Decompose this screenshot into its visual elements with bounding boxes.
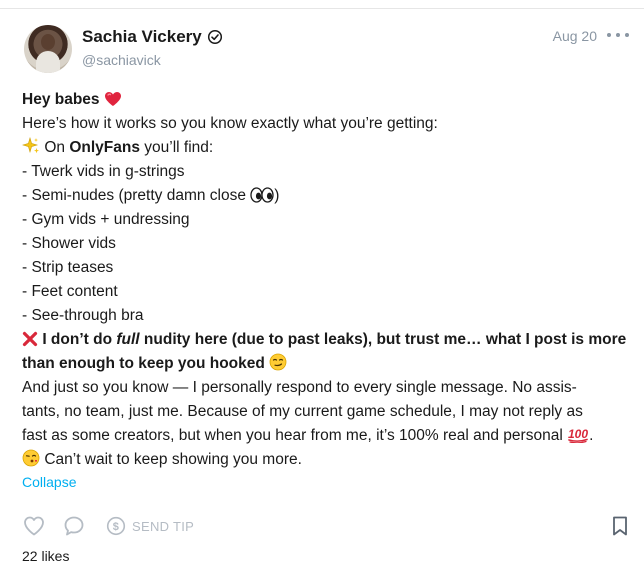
sparkles-icon (22, 137, 39, 154)
post-text: Hey babes Here’s how it works so you kno… (22, 88, 626, 472)
smirk-icon (269, 353, 287, 371)
on-prefix: On (44, 139, 65, 156)
disclaimer-c: than enough to keep you hooked (22, 355, 265, 372)
avatar[interactable] (24, 25, 72, 73)
collapse-link[interactable]: Collapse (22, 474, 76, 490)
list-item: - See-through bra (22, 307, 144, 324)
disclaimer-line: than enough to keep you hooked (22, 352, 620, 376)
post-header: Sachia Vickery @sachiavick Aug 20 (24, 25, 629, 79)
closing-line: Can’t wait to keep showing you more. (22, 448, 620, 472)
on-suffix: you’ll find: (144, 139, 214, 156)
list-item: - Feet content (22, 283, 118, 300)
disclaimer-line: I don’t do full nudity here (due to past… (22, 328, 626, 352)
bookmark-icon[interactable] (608, 514, 632, 538)
more-options-icon[interactable] (607, 25, 629, 45)
list-item: - Semi-nudes (pretty damn close ) (22, 184, 620, 208)
list-item: - Twerk vids in g-strings (22, 163, 185, 180)
disclaimer-a: I don’t do (42, 331, 113, 348)
send-tip-button[interactable]: $ SEND TIP (106, 514, 194, 538)
platform-name: OnlyFans (69, 139, 140, 156)
paragraph-end: . (589, 427, 594, 444)
likes-count[interactable]: 22 likes (22, 548, 69, 564)
display-name[interactable]: Sachia Vickery (82, 27, 202, 47)
paragraph-text: fast as some creators, but when you hear… (22, 427, 563, 444)
list-item: - Gym vids + undressing (22, 211, 190, 228)
post-actions: $ SEND TIP (22, 512, 632, 540)
comment-icon[interactable] (62, 514, 86, 538)
dollar-icon: $ (106, 516, 126, 536)
svg-text:100: 100 (568, 427, 588, 441)
paragraph-line: And just so you know — I personally resp… (22, 379, 577, 396)
svg-text:$: $ (113, 521, 119, 533)
send-tip-label: SEND TIP (132, 518, 195, 534)
list-item: - Shower vids (22, 235, 116, 252)
intro-line: Here’s how it works so you know exactly … (22, 115, 438, 132)
paragraph-line: fast as some creators, but when you hear… (22, 424, 620, 448)
top-divider (0, 0, 644, 9)
avatar-head (41, 34, 55, 50)
verified-check-icon (207, 29, 222, 45)
list-item: - Strip teases (22, 259, 114, 276)
red-x-icon (22, 331, 38, 347)
name-row: Sachia Vickery (82, 27, 223, 47)
paragraph-line: tants, no team, just me. Because of my c… (22, 403, 583, 420)
disclaimer-emphasis: full (116, 331, 140, 348)
list-item-text: - Semi-nudes (pretty damn close (22, 187, 246, 204)
hundred-icon: 100 (568, 427, 588, 443)
heart-icon[interactable] (22, 514, 46, 538)
greeting-line: Hey babes (22, 88, 620, 112)
post-card: Sachia Vickery @sachiavick Aug 20 Hey ba… (0, 9, 644, 574)
kiss-icon (22, 449, 40, 467)
platform-line: On OnlyFans you’ll find: (22, 136, 620, 160)
closing-text: Can’t wait to keep showing you more. (44, 451, 302, 468)
eyes-icon (250, 187, 274, 203)
list-item-suffix: ) (274, 187, 280, 204)
post-date: Aug 20 (552, 28, 597, 44)
greeting: Hey babes (22, 91, 100, 108)
handle[interactable]: @sachiavick (82, 52, 161, 68)
disclaimer-b: nudity here (due to past leaks), but tru… (143, 331, 627, 348)
avatar-body (36, 51, 60, 73)
red-heart-icon (104, 92, 121, 106)
